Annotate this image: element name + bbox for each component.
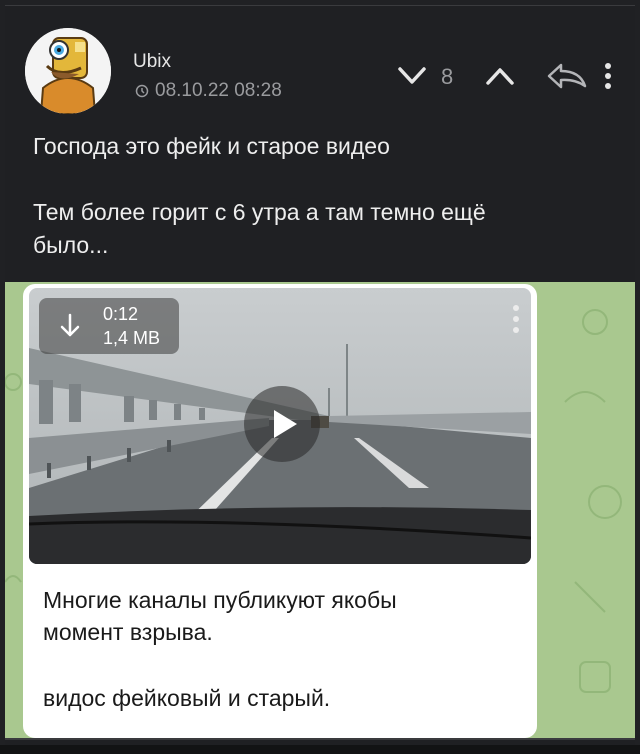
avatar[interactable] <box>25 28 111 114</box>
caption-line: Многие каналы публикуют якобы <box>43 587 397 613</box>
next-post-edge <box>0 745 640 754</box>
timestamp-text: 08.10.22 08:28 <box>155 80 282 101</box>
post-text-line: Тем более горит с 6 утра а там темно ещё <box>33 199 486 225</box>
upvote-button[interactable] <box>485 64 515 93</box>
caption-line: видос фейковый и старый. <box>43 685 331 711</box>
attached-screenshot[interactable]: 0:12 1,4 MB Многие каналы публикуют якоб… <box>5 282 635 738</box>
play-button[interactable] <box>244 386 320 462</box>
video-menu-icon[interactable] <box>511 302 521 336</box>
video-thumbnail[interactable]: 0:12 1,4 MB <box>29 288 531 564</box>
video-size: 1,4 MB <box>103 328 161 348</box>
chevron-down-icon <box>398 67 426 84</box>
play-icon <box>274 410 297 438</box>
video-info-badge: 0:12 1,4 MB <box>39 298 179 354</box>
download-arrow-icon[interactable] <box>59 313 81 339</box>
post-text-line: было... <box>33 232 109 258</box>
caption-line: момент взрыва. <box>43 619 213 645</box>
video-duration: 0:12 <box>103 304 139 324</box>
score: 8 <box>441 64 454 89</box>
more-options-button[interactable] <box>603 60 613 97</box>
post-text-line: Господа это фейк и старое видео <box>33 133 390 159</box>
timestamp: 08.10.22 08:28 <box>135 80 282 102</box>
chevron-up-icon <box>486 68 514 85</box>
avatar-image <box>25 28 111 114</box>
reply-arrow-icon <box>547 63 587 89</box>
clock-icon <box>135 84 149 98</box>
divider <box>5 738 635 740</box>
username[interactable]: Ubix <box>133 51 171 73</box>
reply-button[interactable] <box>545 60 589 97</box>
telegram-message-bubble: 0:12 1,4 MB Многие каналы публикуют якоб… <box>23 284 537 738</box>
post-actions: 8 <box>335 58 635 98</box>
downvote-button[interactable] <box>397 64 427 93</box>
kebab-menu-icon <box>605 63 611 89</box>
